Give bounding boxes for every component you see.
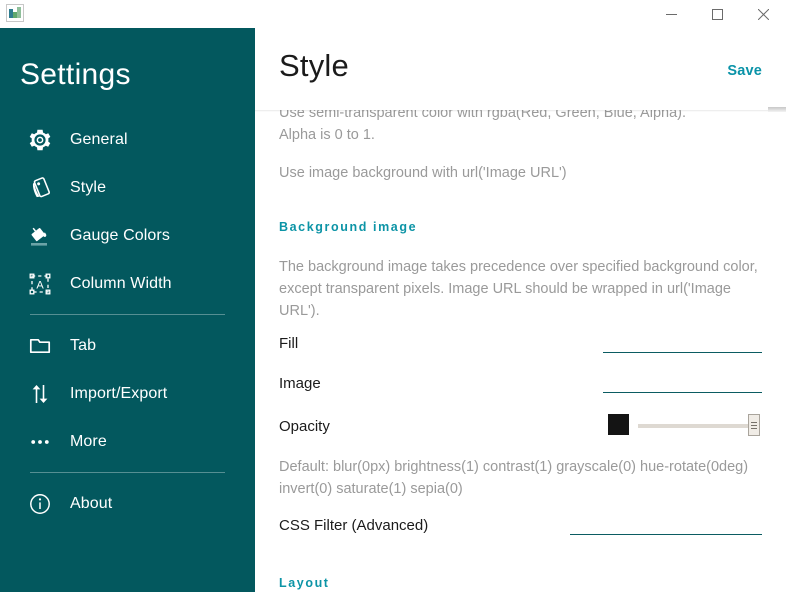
- sidebar-title: Settings: [20, 58, 131, 91]
- image-label: Image: [279, 374, 321, 392]
- opacity-color-swatch[interactable]: [608, 414, 629, 435]
- sidebar-nav: General Style Gauge Colors A Column Widt…: [0, 116, 255, 528]
- fill-field-underline: [603, 352, 762, 353]
- arrows-up-down-icon: [24, 378, 56, 410]
- sidebar-divider-1: [30, 314, 225, 315]
- info-circle-icon: [24, 488, 56, 520]
- css-filter-label: CSS Filter (Advanced): [279, 516, 429, 534]
- sidebar-item-style[interactable]: Style: [0, 164, 255, 212]
- settings-scroll-area[interactable]: Use semi-transparent color with rgba(Red…: [255, 110, 786, 592]
- opacity-slider-thumb[interactable]: [748, 414, 760, 436]
- section-layout-heading: Layout: [279, 576, 330, 590]
- sidebar-item-label: General: [70, 131, 128, 148]
- sidebar-item-label: More: [70, 433, 107, 450]
- css-filter-row: CSS Filter (Advanced): [279, 506, 762, 544]
- intro-line-2: Alpha is 0 to 1.: [279, 127, 375, 143]
- sidebar-item-label: Gauge Colors: [70, 227, 170, 244]
- fill-input[interactable]: [604, 332, 761, 350]
- gear-icon: [24, 124, 56, 156]
- close-icon[interactable]: [740, 0, 786, 28]
- css-filter-field-underline: [570, 534, 762, 535]
- page-header: Style Save: [255, 28, 786, 110]
- intro-line-3: Use image background with url('Image URL…: [279, 165, 567, 181]
- css-filter-input[interactable]: [571, 514, 761, 532]
- intro-line-1: Use semi-transparent color with rgba(Red…: [279, 110, 686, 121]
- text-frame-icon: A: [24, 268, 56, 300]
- background-image-description-line-2: except transparent pixels. Image URL sho…: [279, 281, 731, 319]
- paint-bucket-icon: [24, 220, 56, 252]
- page-title: Style: [279, 48, 349, 83]
- opacity-slider[interactable]: [638, 414, 760, 436]
- main-pane: Style Save Use semi-transparent color wi…: [255, 0, 786, 592]
- section-background-image-heading: Background image: [279, 220, 418, 234]
- palette-icon: [24, 172, 56, 204]
- image-input[interactable]: [604, 372, 761, 390]
- sidebar-item-more[interactable]: More: [0, 418, 255, 466]
- sidebar-item-general[interactable]: General: [0, 116, 255, 164]
- save-button[interactable]: Save: [727, 63, 762, 79]
- window-controls: [648, 0, 786, 28]
- sidebar-item-import-export[interactable]: Import/Export: [0, 370, 255, 418]
- sidebar: Settings General Style Gauge Colors A Co…: [0, 24, 255, 592]
- opacity-slider-track: [638, 424, 753, 428]
- sidebar-item-gauge-colors[interactable]: Gauge Colors: [0, 212, 255, 260]
- folder-icon: [24, 330, 56, 362]
- sidebar-item-tab[interactable]: Tab: [0, 322, 255, 370]
- sidebar-item-label: About: [70, 495, 113, 512]
- titlebar: [0, 0, 786, 28]
- sidebar-item-about[interactable]: About: [0, 480, 255, 528]
- maximize-icon[interactable]: [694, 0, 740, 28]
- settings-window: Settings General Style Gauge Colors A Co…: [0, 0, 786, 592]
- scrollbar-thumb[interactable]: [768, 107, 786, 112]
- chart-app-icon: [6, 4, 24, 22]
- sidebar-item-column-width[interactable]: A Column Width: [0, 260, 255, 308]
- sidebar-item-label: Style: [70, 179, 107, 196]
- opacity-label: Opacity: [279, 417, 330, 435]
- image-row: Image: [279, 364, 762, 402]
- opacity-row: Opacity: [279, 406, 762, 446]
- minimize-icon[interactable]: [648, 0, 694, 28]
- svg-text:A: A: [36, 280, 44, 292]
- fill-row: Fill: [279, 324, 762, 362]
- sidebar-item-label: Tab: [70, 337, 97, 354]
- ellipsis-icon: [24, 426, 56, 458]
- image-field-underline: [603, 392, 762, 393]
- sidebar-item-label: Column Width: [70, 275, 172, 292]
- fill-label: Fill: [279, 334, 299, 352]
- filter-note-line-2: invert(0) saturate(1) sepia(0): [279, 481, 463, 497]
- sidebar-item-label: Import/Export: [70, 385, 168, 402]
- background-image-description-line-1: The background image takes precedence ov…: [279, 259, 758, 275]
- filter-note-line-1: Default: blur(0px) brightness(1) contras…: [279, 459, 749, 475]
- sidebar-divider-2: [30, 472, 225, 473]
